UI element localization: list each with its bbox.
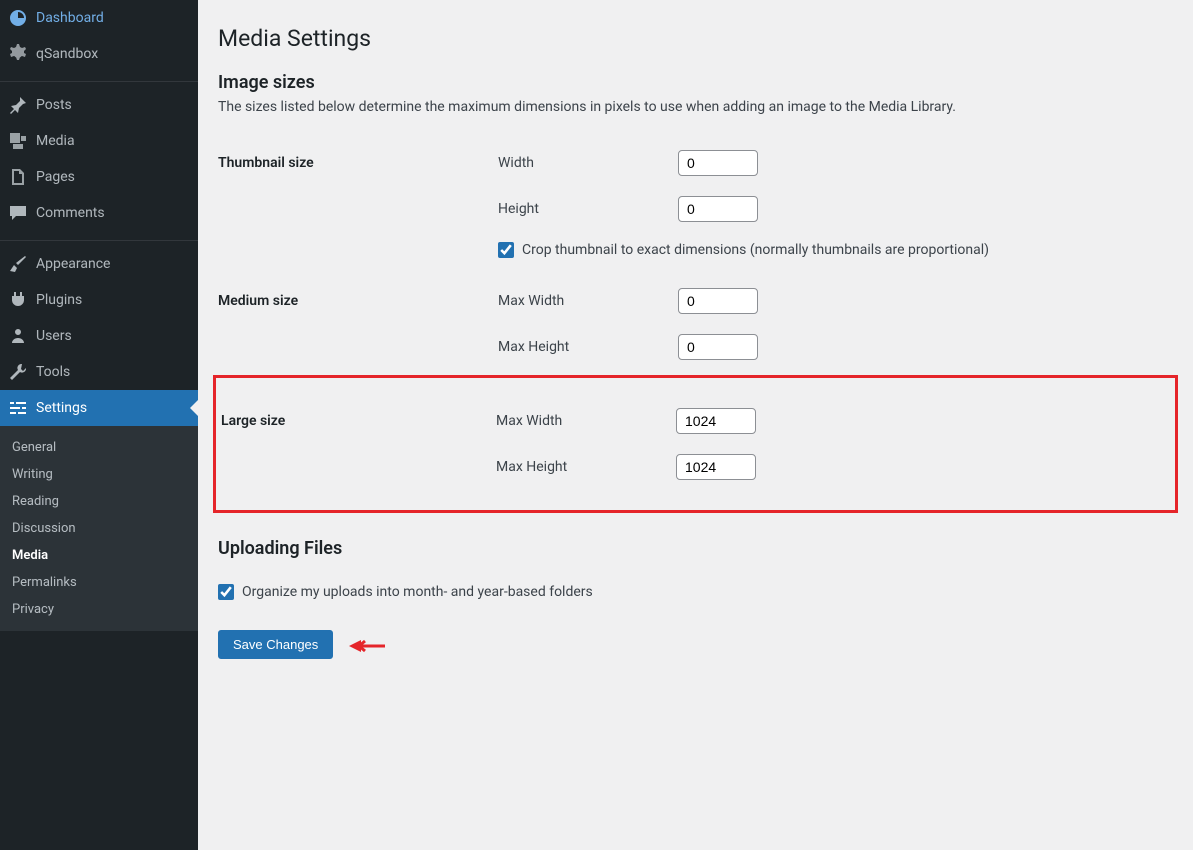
thumbnail-width-input[interactable] xyxy=(678,150,758,176)
large-size-highlight: Large size Max Width Max Height xyxy=(213,375,1178,513)
sidebar-item-label: Plugins xyxy=(36,292,82,308)
submenu-item-writing[interactable]: Writing xyxy=(0,461,198,488)
main-content: Media Settings Image sizes The sizes lis… xyxy=(198,0,1193,850)
user-icon xyxy=(8,326,28,346)
media-settings-form: Thumbnail size Width Height Crop thumbna… xyxy=(218,135,1173,513)
medium-max-width-label: Max Width xyxy=(498,293,678,309)
media-icon xyxy=(8,131,28,151)
large-max-height-input[interactable] xyxy=(676,454,756,480)
submenu-item-privacy[interactable]: Privacy xyxy=(0,596,198,623)
sliders-icon xyxy=(8,398,28,418)
medium-max-height-input[interactable] xyxy=(678,334,758,360)
sidebar-item-label: qSandbox xyxy=(36,46,98,62)
pin-icon xyxy=(8,95,28,115)
gear-icon xyxy=(8,44,28,64)
menu-separator xyxy=(0,77,198,82)
medium-max-height-label: Max Height xyxy=(498,339,678,355)
submenu-item-discussion[interactable]: Discussion xyxy=(0,515,198,542)
settings-submenu: General Writing Reading Discussion Media… xyxy=(0,426,198,631)
submenu-item-permalinks[interactable]: Permalinks xyxy=(0,569,198,596)
thumbnail-height-label: Height xyxy=(498,201,678,217)
sidebar-item-users[interactable]: Users xyxy=(0,318,198,354)
organize-uploads-checkbox[interactable] xyxy=(218,584,234,600)
save-changes-button[interactable]: Save Changes xyxy=(218,630,333,659)
submenu-item-reading[interactable]: Reading xyxy=(0,488,198,515)
sidebar-item-qsandbox[interactable]: qSandbox xyxy=(0,36,198,72)
comment-icon xyxy=(8,203,28,223)
thumbnail-crop-label: Crop thumbnail to exact dimensions (norm… xyxy=(522,242,989,258)
plug-icon xyxy=(8,290,28,310)
submenu-item-media[interactable]: Media xyxy=(0,542,198,569)
image-sizes-description: The sizes listed below determine the max… xyxy=(218,99,1173,115)
large-max-width-input[interactable] xyxy=(676,408,756,434)
brush-icon xyxy=(8,254,28,274)
sidebar-item-appearance[interactable]: Appearance xyxy=(0,246,198,282)
dashboard-icon xyxy=(8,8,28,28)
sidebar-item-posts[interactable]: Posts xyxy=(0,87,198,123)
admin-sidebar: Dashboard qSandbox Posts Media Pages Com… xyxy=(0,0,198,850)
page-title: Media Settings xyxy=(218,25,1173,52)
thumbnail-heading: Thumbnail size xyxy=(218,135,488,273)
sidebar-item-settings[interactable]: Settings xyxy=(0,390,198,426)
section-heading-uploading: Uploading Files xyxy=(218,538,1173,559)
sidebar-item-label: Dashboard xyxy=(36,10,104,26)
sidebar-item-label: Comments xyxy=(36,205,105,221)
sidebar-item-label: Pages xyxy=(36,169,75,185)
medium-max-width-input[interactable] xyxy=(678,288,758,314)
sidebar-item-comments[interactable]: Comments xyxy=(0,195,198,231)
thumbnail-crop-checkbox[interactable] xyxy=(498,242,514,258)
organize-uploads-label: Organize my uploads into month- and year… xyxy=(242,584,593,600)
thumbnail-height-input[interactable] xyxy=(678,196,758,222)
sidebar-item-label: Users xyxy=(36,328,72,344)
sidebar-item-pages[interactable]: Pages xyxy=(0,159,198,195)
sidebar-item-plugins[interactable]: Plugins xyxy=(0,282,198,318)
section-heading-image-sizes: Image sizes xyxy=(218,72,1173,93)
large-max-height-label: Max Height xyxy=(496,459,676,475)
sidebar-item-label: Tools xyxy=(36,364,70,380)
sidebar-item-media[interactable]: Media xyxy=(0,123,198,159)
sidebar-item-label: Appearance xyxy=(36,256,110,272)
wrench-icon xyxy=(8,362,28,382)
submenu-item-general[interactable]: General xyxy=(0,434,198,461)
arrow-annotation-icon xyxy=(347,636,387,656)
thumbnail-width-label: Width xyxy=(498,155,678,171)
medium-heading: Medium size xyxy=(218,273,488,375)
pages-icon xyxy=(8,167,28,187)
large-max-width-label: Max Width xyxy=(496,413,676,429)
sidebar-item-dashboard[interactable]: Dashboard xyxy=(0,0,198,36)
sidebar-item-tools[interactable]: Tools xyxy=(0,354,198,390)
sidebar-item-label: Posts xyxy=(36,97,72,113)
sidebar-item-label: Settings xyxy=(36,400,87,416)
menu-separator xyxy=(0,236,198,241)
sidebar-item-label: Media xyxy=(36,133,75,149)
large-heading: Large size xyxy=(216,393,486,495)
